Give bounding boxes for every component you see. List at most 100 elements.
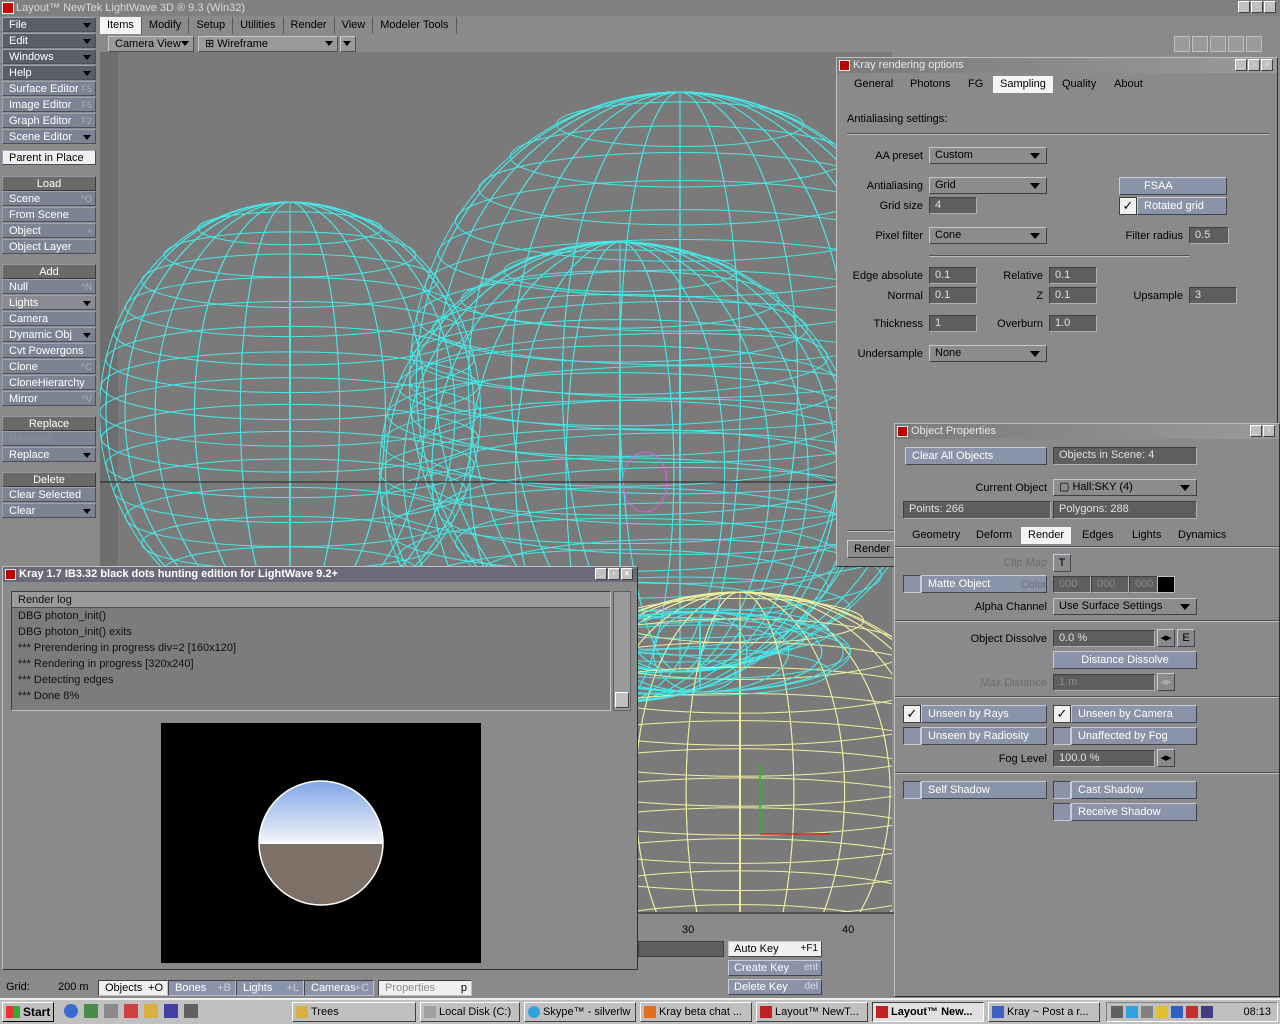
cvt-powergons-button[interactable]: Cvt Powergons (2, 343, 96, 358)
receive-shadow-label[interactable]: Receive Shadow (1071, 803, 1197, 821)
app-icon[interactable] (104, 1004, 118, 1018)
tab-dynamics[interactable]: Dynamics (1171, 527, 1233, 544)
tray-icon[interactable] (1111, 1006, 1123, 1018)
rotated-grid-label[interactable]: Rotated grid (1137, 197, 1227, 215)
replace-button[interactable]: Replace (2, 447, 96, 462)
task-kray-chat[interactable]: Kray beta chat ... (640, 1002, 752, 1022)
close-icon[interactable]: × (1261, 59, 1273, 71)
scrollbar-thumb[interactable] (615, 692, 629, 708)
fsaa-toggle[interactable]: FSAA (1119, 177, 1227, 195)
tray-icon[interactable] (1171, 1006, 1183, 1018)
minimize-icon[interactable]: _ (1250, 425, 1262, 437)
self-shadow-label[interactable]: Self Shadow (921, 781, 1047, 799)
add-lights-button[interactable]: Lights (2, 295, 96, 310)
clear-all-objects-button[interactable]: Clear All Objects (905, 447, 1047, 465)
task-kray-post[interactable]: Kray ~ Post a r... (988, 1002, 1100, 1022)
image-editor-button[interactable]: Image Editor F6 (2, 97, 96, 112)
clone-button[interactable]: Clone ^C (2, 359, 96, 374)
tab-fg[interactable]: FG (961, 76, 990, 93)
move-view-icon[interactable] (1174, 36, 1190, 52)
minimize-icon[interactable]: _ (595, 568, 607, 580)
alpha-channel-select[interactable]: Use Surface Settings (1053, 598, 1197, 615)
restore-icon[interactable]: ▫ (608, 568, 620, 580)
maximize-view-icon[interactable] (1246, 36, 1262, 52)
tray-icon[interactable] (1201, 1006, 1213, 1018)
rotate-view-icon[interactable] (1192, 36, 1208, 52)
dissolve-arrows-icon[interactable]: ◂▸ (1157, 629, 1175, 647)
search-icon[interactable] (1228, 36, 1244, 52)
tab-lights[interactable]: Lights (1125, 527, 1168, 544)
tab-geometry[interactable]: Geometry (905, 527, 967, 544)
bones-mode-button[interactable]: Bones +B (168, 980, 236, 996)
tray-icon[interactable] (1156, 1006, 1168, 1018)
restore-icon[interactable]: ▫ (1248, 59, 1260, 71)
task-local-disk[interactable]: Local Disk (C:) (420, 1002, 520, 1022)
receive-shadow-checkbox[interactable] (1053, 803, 1071, 821)
add-null-button[interactable]: Null ^N (2, 279, 96, 294)
unseen-by-camera-checkbox[interactable]: ✓ (1053, 705, 1071, 723)
aa-preset-select[interactable]: Custom (929, 147, 1047, 164)
lights-mode-button[interactable]: Lights +L (236, 980, 304, 996)
close-icon[interactable]: × (621, 568, 633, 580)
normal-field[interactable]: 0.1 (929, 287, 977, 304)
tab-render[interactable]: Render (1021, 527, 1072, 544)
parent-in-place-toggle[interactable]: Parent in Place (2, 150, 96, 165)
graph-editor-button[interactable]: Graph Editor F2 (2, 113, 96, 128)
upsample-field[interactable]: 3 (1189, 287, 1237, 304)
overburn-field[interactable]: 1.0 (1049, 315, 1097, 332)
tab-sampling[interactable]: Sampling (993, 76, 1053, 93)
color-r-field[interactable]: 000 (1053, 576, 1091, 593)
view-type-select[interactable]: Camera View (108, 36, 194, 52)
folder-icon[interactable] (144, 1004, 158, 1018)
properties-button[interactable]: Properties p (378, 980, 472, 996)
rename-button[interactable]: Rename (2, 431, 96, 446)
unseen-by-radiosity-label[interactable]: Unseen by Radiosity (921, 727, 1047, 745)
delete-key-button[interactable]: Delete Key del (728, 979, 822, 995)
max-distance-field[interactable]: 1 m (1053, 674, 1155, 691)
fog-level-arrows-icon[interactable]: ◂▸ (1157, 749, 1175, 767)
tray-icon[interactable] (1186, 1006, 1198, 1018)
create-key-button[interactable]: Create Key ent (728, 960, 822, 976)
clip-map-texture-button[interactable]: T (1053, 554, 1071, 572)
task-layout-1[interactable]: Layout™ NewT... (756, 1002, 868, 1022)
unseen-by-rays-label[interactable]: Unseen by Rays (921, 705, 1047, 723)
unseen-by-rays-checkbox[interactable]: ✓ (903, 705, 921, 723)
pixel-filter-select[interactable]: Cone (929, 227, 1047, 244)
close-icon[interactable]: × (1264, 1, 1276, 13)
cameras-mode-button[interactable]: Cameras +C (304, 980, 374, 996)
load-scene-button[interactable]: Scene ^O (2, 191, 96, 206)
menu-help[interactable]: Help (2, 65, 96, 80)
unseen-by-radiosity-checkbox[interactable] (903, 727, 921, 745)
task-layout-2[interactable]: Layout™ New... (872, 1002, 984, 1022)
tab-edges[interactable]: Edges (1075, 527, 1120, 544)
load-object-layer-button[interactable]: Object Layer (2, 239, 96, 254)
start-button[interactable]: Start (2, 1002, 54, 1022)
tab-modeler-tools[interactable]: Modeler Tools (373, 17, 457, 34)
edge-absolute-field[interactable]: 0.1 (929, 267, 977, 284)
frame-slider[interactable] (638, 941, 724, 957)
surface-editor-button[interactable]: Surface Editor F5 (2, 81, 96, 96)
minimize-icon[interactable]: _ (1235, 59, 1247, 71)
menu-edit[interactable]: Edit (2, 33, 96, 48)
max-distance-arrows-icon[interactable]: ◂▸ (1157, 673, 1175, 691)
auto-key-toggle[interactable]: Auto Key +F1 (728, 941, 822, 957)
cast-shadow-checkbox[interactable] (1053, 781, 1071, 799)
tab-items[interactable]: Items (100, 17, 142, 34)
self-shadow-checkbox[interactable] (903, 781, 921, 799)
cast-shadow-label[interactable]: Cast Shadow (1071, 781, 1197, 799)
menu-windows[interactable]: Windows (2, 49, 96, 64)
task-skype[interactable]: Skype™ - silverlw (524, 1002, 636, 1022)
thickness-field[interactable]: 1 (929, 315, 977, 332)
tab-modify[interactable]: Modify (142, 17, 190, 34)
undersample-select[interactable]: None (929, 345, 1047, 362)
z-field[interactable]: 0.1 (1049, 287, 1097, 304)
tab-general[interactable]: General (847, 76, 900, 93)
relative-field[interactable]: 0.1 (1049, 267, 1097, 284)
add-camera-button[interactable]: Camera (2, 311, 96, 326)
tab-render[interactable]: Render (284, 17, 335, 34)
menu-file[interactable]: File (2, 17, 96, 32)
tab-deform[interactable]: Deform (969, 527, 1019, 544)
load-from-scene-button[interactable]: From Scene (2, 207, 96, 222)
add-dynamic-obj-button[interactable]: Dynamic Obj (2, 327, 96, 342)
timeline[interactable]: 30 40 (638, 912, 894, 938)
